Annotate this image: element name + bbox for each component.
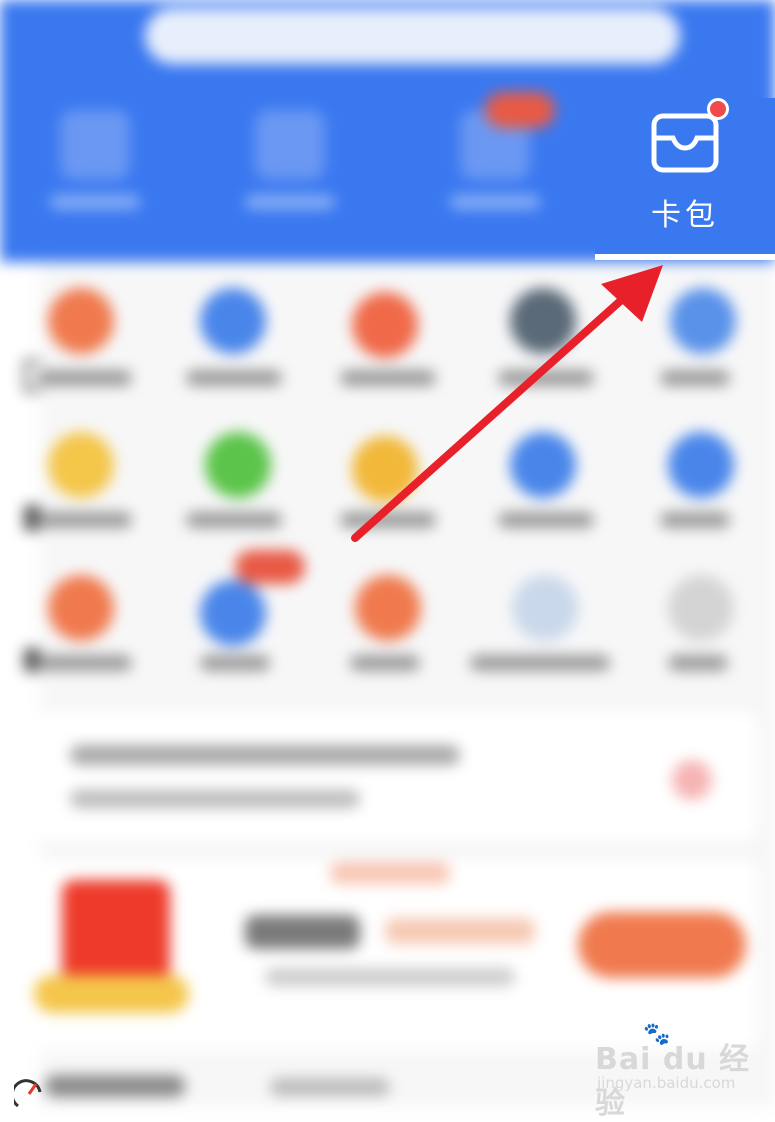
bottom-row-text	[270, 1078, 390, 1096]
gauge-icon	[14, 1079, 42, 1107]
service-icon[interactable]	[205, 432, 271, 498]
coin-strip	[34, 975, 189, 1013]
baidu-jingyan-watermark: 🐾 Bai du 经验 jingyan.baidu.com	[595, 1022, 765, 1121]
service-icon[interactable]	[48, 288, 114, 354]
notification-badge	[485, 92, 555, 128]
service-icon[interactable]	[668, 575, 734, 641]
red-packet-desc	[385, 918, 535, 944]
service-label	[340, 512, 436, 528]
service-icon[interactable]	[352, 436, 418, 502]
service-icon[interactable]	[48, 575, 114, 641]
watermark-url: jingyan.baidu.com	[597, 1074, 736, 1092]
service-label	[36, 370, 132, 386]
service-icon[interactable]	[670, 288, 736, 354]
service-label	[660, 370, 730, 386]
service-icon[interactable]	[510, 432, 576, 498]
promo-text-line	[70, 745, 460, 765]
red-packet-desc	[265, 968, 515, 986]
header-shortcut-label	[50, 195, 140, 209]
service-icon[interactable]	[48, 432, 114, 498]
card-wallet-label: 卡包	[651, 198, 719, 233]
service-icon[interactable]	[355, 575, 421, 641]
promo-card[interactable]	[18, 712, 758, 840]
service-label	[498, 512, 594, 528]
header-shortcut-label	[245, 195, 335, 209]
header-shortcut-label	[450, 195, 540, 209]
service-icon[interactable]	[512, 575, 578, 641]
service-label	[186, 370, 282, 386]
card-wallet-icon	[651, 113, 719, 173]
header-shortcut-icon[interactable]	[60, 110, 130, 180]
claim-button[interactable]	[578, 912, 746, 978]
search-bar[interactable]	[145, 8, 680, 64]
service-icon[interactable]	[510, 288, 576, 354]
service-label	[200, 655, 270, 671]
header-shortcut-icon[interactable]	[255, 110, 325, 180]
service-icon[interactable]	[668, 432, 734, 498]
red-dot-badge	[707, 98, 729, 120]
service-label	[350, 655, 420, 671]
promo-text-line	[70, 790, 360, 808]
card-wallet-button[interactable]: 卡包	[595, 98, 775, 260]
service-icon[interactable]	[200, 580, 266, 646]
service-label	[36, 655, 132, 671]
red-packet-amount	[245, 915, 360, 949]
bottom-row-text	[45, 1075, 185, 1097]
service-badge	[235, 550, 305, 584]
service-label	[660, 512, 730, 528]
service-icon[interactable]	[352, 292, 418, 358]
service-label	[498, 370, 594, 386]
service-label	[186, 512, 282, 528]
service-icon[interactable]	[200, 288, 266, 354]
service-label	[36, 512, 132, 528]
red-packet-tag	[330, 862, 450, 884]
service-label	[340, 370, 436, 386]
service-label	[470, 655, 610, 671]
promo-badge-icon	[672, 760, 712, 800]
service-label	[668, 655, 728, 671]
